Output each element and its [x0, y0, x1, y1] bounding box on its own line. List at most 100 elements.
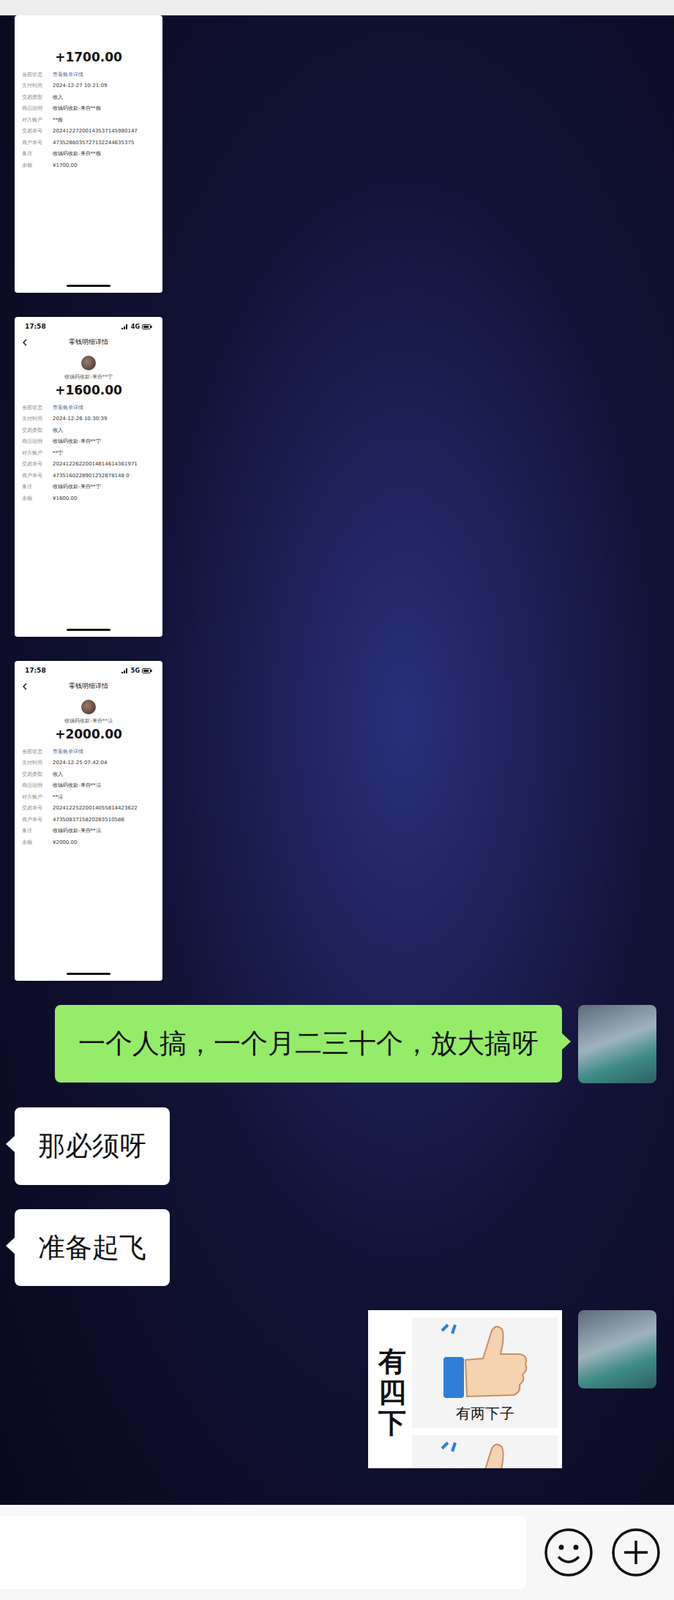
message-row: 17:584G零钱明细详情收钱码收款-来自**宁+1600.00当前状态查看账单…	[14, 316, 657, 637]
detail-value: ¥2000.00	[52, 839, 156, 846]
detail-value: **洁	[52, 794, 156, 801]
detail-label: 交易类型	[21, 771, 50, 778]
detail-value: 查看账单详情	[52, 748, 156, 756]
detail-value: 收入	[52, 94, 156, 101]
detail-value: 收钱码收款-来自**宁	[52, 483, 156, 491]
message-row: 一个人搞，一个月二三十个，放大搞呀	[14, 1004, 657, 1084]
message-row: 那必须呀	[14, 1107, 657, 1185]
user-avatar[interactable]	[578, 1309, 657, 1389]
detail-row: 商户单号4735083715820283510586	[21, 816, 156, 824]
detail-row: 当前状态查看账单详情	[21, 71, 156, 79]
message-row: 准备起飞	[14, 1208, 657, 1287]
detail-label: 备注	[21, 483, 50, 491]
emoji-icon[interactable]	[543, 1527, 594, 1578]
payer-label: 收钱码收款-来自**宁	[21, 373, 156, 381]
payment-screenshot[interactable]: 17:585G零钱明细详情收钱码收款-来自**洁+2000.00当前状态查看账单…	[14, 660, 163, 981]
signal-icon	[121, 668, 129, 674]
network-label: 4G	[130, 323, 140, 331]
thumbs-up-icon	[437, 1321, 533, 1403]
detail-label: 支付时间	[21, 82, 50, 90]
message-bubble[interactable]: 那必须呀	[14, 1107, 170, 1185]
battery-icon	[141, 324, 153, 330]
detail-row: 备注收钱码收款-来自**薇	[21, 150, 156, 158]
detail-value: 查看账单详情	[52, 71, 156, 79]
detail-value: 收钱码收款-来自**宁	[52, 438, 156, 445]
payer-avatar	[81, 699, 96, 715]
detail-label: 当前状态	[21, 404, 50, 412]
status-row: 17:584G	[21, 321, 156, 332]
detail-label: 交易单号	[21, 804, 50, 812]
detail-label: 余额	[21, 839, 50, 846]
thumbs-up-icon	[437, 1439, 533, 1469]
detail-value: 收钱码收款-来自**薇	[52, 150, 156, 158]
sticker-caption: 有两下子	[455, 1403, 515, 1424]
amount: +1600.00	[21, 382, 156, 398]
detail-row: 支付时间2024-12-26 10:30:39	[21, 415, 156, 423]
back-icon[interactable]	[21, 338, 28, 347]
detail-row: 余额¥1600.00	[21, 495, 156, 503]
title-row: 零钱明细详情	[21, 337, 156, 347]
home-indicator	[66, 284, 111, 287]
detail-row: 交易单号20241226220014814614361971	[21, 461, 156, 468]
top-strip	[0, 0, 674, 16]
user-avatar[interactable]	[578, 1004, 657, 1084]
detail-row: 交易类型收入	[21, 94, 156, 101]
detail-row: 当前状态查看账单详情	[21, 404, 156, 412]
detail-value: ¥1600.00	[52, 495, 156, 503]
message-bubble[interactable]: 准备起飞	[14, 1208, 170, 1287]
detail-label: 商品说明	[21, 782, 50, 789]
home-indicator	[66, 972, 111, 975]
detail-value: 2024-12-26 10:30:39	[52, 415, 156, 423]
signal-icon	[121, 324, 129, 330]
screen-title: 零钱明细详情	[30, 337, 156, 347]
detail-label: 交易单号	[21, 128, 50, 135]
detail-row: 商品说明收钱码收款-来自**宁	[21, 438, 156, 445]
detail-label: 商品说明	[21, 105, 50, 112]
status-icons: 4G	[121, 323, 153, 331]
payment-screenshot[interactable]: 17:584G零钱明细详情收钱码收款-来自**宁+1600.00当前状态查看账单…	[14, 316, 163, 637]
detail-label: 余额	[21, 495, 50, 503]
detail-label: 备注	[21, 827, 50, 835]
payer-label: 收钱码收款-来自**洁	[21, 717, 156, 725]
plus-icon[interactable]	[611, 1527, 661, 1578]
message-input[interactable]	[0, 1515, 527, 1589]
detail-value: 收钱码收款-来自**洁	[52, 827, 156, 835]
thumb-tile: 有两下子	[412, 1317, 558, 1428]
message-row: 有四下有两下子	[14, 1309, 657, 1469]
detail-row: 余额¥1700.00	[21, 162, 156, 170]
message-bubble[interactable]: 一个人搞，一个月二三十个，放大搞呀	[54, 1004, 563, 1083]
network-label: 5G	[130, 667, 140, 674]
status-row: 17:58 5G	[21, 665, 156, 676]
detail-row: 备注收钱码收款-来自**洁	[21, 827, 156, 835]
detail-label: 余额	[21, 162, 50, 170]
detail-value: 20241227200143537145980147	[52, 128, 156, 135]
detail-label: 对方账户	[21, 450, 50, 457]
battery-icon	[141, 668, 153, 674]
screen-title: 零钱明细详情	[30, 681, 156, 691]
detail-label: 商品说明	[21, 438, 50, 445]
detail-value: **宁	[52, 450, 156, 457]
detail-label: 当前状态	[21, 748, 50, 756]
sticker-clip: 有四下有两下子	[368, 1309, 563, 1469]
detail-row: 商品说明收钱码收款-来自**薇	[21, 105, 156, 112]
detail-value: 收钱码收款-来自**洁	[52, 782, 156, 789]
sticker[interactable]: 有四下有两下子	[368, 1309, 563, 1469]
detail-label: 对方账户	[21, 794, 50, 801]
payer-avatar	[81, 355, 96, 371]
detail-label: 备注	[21, 150, 50, 158]
status-time: 17:58	[24, 666, 47, 674]
detail-label: 对方账户	[21, 117, 50, 124]
detail-row: 交易单号20241225220014055814423622	[21, 804, 156, 812]
back-icon[interactable]	[21, 682, 28, 691]
payment-screenshot[interactable]: +1700.00当前状态查看账单详情支付时间2024-12-27 10:21:0…	[14, 15, 163, 293]
sticker-vertical-text: 有四下	[378, 1317, 407, 1469]
detail-row: 商户单号4735160228901232878148 0	[21, 472, 156, 480]
home-indicator	[66, 628, 111, 631]
detail-label: 商户单号	[21, 139, 50, 147]
detail-label: 支付时间	[21, 415, 50, 423]
detail-value: 20241226220014814614361971	[52, 461, 156, 468]
detail-row: 备注收钱码收款-来自**宁	[21, 483, 156, 491]
detail-value: 4735160228901232878148 0	[52, 472, 156, 480]
detail-value: 2024-12-27 10:21:09	[52, 82, 156, 90]
message-row: +1700.00当前状态查看账单详情支付时间2024-12-27 10:21:0…	[14, 15, 657, 293]
